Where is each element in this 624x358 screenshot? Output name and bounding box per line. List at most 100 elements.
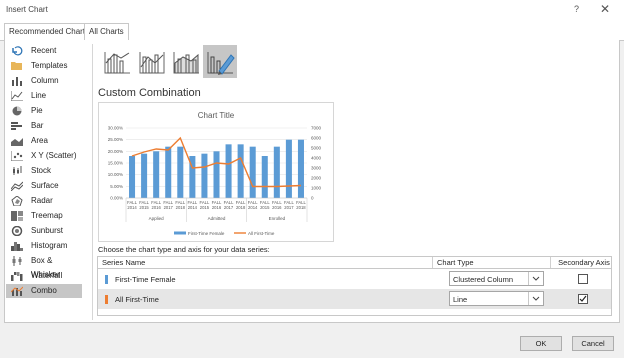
sidebar-item-label: Sunburst [31, 226, 64, 235]
choose-label: Choose the chart type and axis for your … [98, 245, 270, 254]
sidebar-item-label: Bar [31, 121, 44, 130]
y-tick-label: 30.00% [108, 126, 123, 131]
y2-tick-label: 1000 [311, 186, 322, 191]
y-tick-label: 5.00% [110, 184, 123, 189]
checkmark-icon [579, 295, 587, 302]
sidebar-divider [92, 44, 93, 320]
sunburst-icon [11, 226, 23, 236]
chart-type-select[interactable]: Clustered Column [449, 271, 544, 286]
x-tick-label: 2015 [200, 205, 210, 210]
y2-tick-label: 3000 [311, 166, 322, 171]
sidebar-item-combo[interactable]: Combo [6, 284, 82, 298]
x-tick-label: 2014 [248, 205, 258, 210]
bar [237, 144, 244, 198]
subtype-clustered-column-line-secondary[interactable] [135, 45, 169, 78]
column-chart-icon [12, 77, 22, 86]
chevron-down-icon[interactable] [528, 272, 543, 285]
sidebar-item-label: Surface [31, 181, 59, 190]
x-tick-label: 2017 [284, 205, 294, 210]
x-tick-label: 2017 [164, 205, 174, 210]
sidebar-item-scatter[interactable]: X Y (Scatter) [6, 149, 82, 163]
sidebar-item-sunburst[interactable]: Sunburst [6, 224, 82, 238]
tab-all-charts[interactable]: All Charts [84, 23, 129, 41]
subtype-stacked-area-column[interactable] [169, 45, 203, 78]
series-name: All First-Time [115, 295, 159, 304]
waterfall-icon [11, 272, 23, 281]
bar [273, 146, 280, 198]
sidebar-item-pie[interactable]: Pie [6, 104, 82, 118]
series-name: First-Time Female [115, 275, 176, 284]
area-chart-icon [11, 138, 23, 146]
sidebar-item-label: Line [31, 91, 47, 100]
legend-label: First-Time Female [188, 231, 225, 236]
header-secondary-axis: Secondary Axis [558, 258, 610, 267]
subtype-clustered-column-line[interactable] [100, 45, 134, 78]
x-tick-label: 2018 [236, 205, 246, 210]
x-tick-label: 2014 [127, 205, 137, 210]
group-label: Enrolled [269, 216, 286, 221]
bar [129, 156, 136, 198]
treemap-icon [11, 211, 23, 221]
chart-svg: Chart Title 30.00% 25.00% 20.00% 15.00% 10.0… [108, 111, 322, 236]
clustered-column-line-icon [104, 52, 130, 74]
sidebar-item-stock[interactable]: Stock [6, 164, 82, 178]
cancel-button[interactable]: Cancel [572, 336, 614, 351]
sidebar-item-column[interactable]: Column [6, 74, 82, 88]
sidebar-item-area[interactable]: Area [6, 134, 82, 148]
sidebar-item-surface[interactable]: Surface [6, 179, 82, 193]
y-tick-label: 0.00% [110, 196, 123, 201]
x-tick-label: 2018 [176, 205, 186, 210]
y2-tick-label: 4000 [311, 156, 322, 161]
secondary-axis-checkbox[interactable] [578, 274, 588, 284]
section-title: Custom Combination [98, 87, 201, 99]
sidebar-item-treemap[interactable]: Treemap [6, 209, 82, 223]
x-tick-label: 2014 [188, 205, 198, 210]
sidebar-item-histogram[interactable]: Histogram [6, 239, 82, 253]
combo-chart-icon [11, 286, 23, 296]
sidebar-item-label: Templates [31, 61, 68, 70]
window-title: Insert Chart [6, 5, 48, 14]
sidebar-item-label: Column [31, 76, 59, 85]
x-tick-label: 2016 [212, 205, 222, 210]
scatter-chart-icon [11, 151, 23, 161]
x-tick-label: 2016 [272, 205, 282, 210]
bar-chart-icon [11, 122, 22, 130]
bar [297, 139, 304, 198]
help-button[interactable]: ? [574, 4, 579, 14]
chart-preview: Chart Title 30.00% 25.00% 20.00% 15.00% 10.0… [98, 102, 334, 242]
chart-type-value: Clustered Column [453, 275, 514, 284]
sidebar-item-bar[interactable]: Bar [6, 119, 82, 133]
y2-tick-label: 6000 [311, 136, 322, 141]
sidebar-item-label: Pie [31, 106, 43, 115]
bar [201, 153, 208, 198]
histogram-icon [11, 242, 23, 251]
chevron-down-icon[interactable] [528, 292, 543, 305]
chart-type-select[interactable]: Line [449, 291, 544, 306]
y-tick-label: 10.00% [108, 172, 123, 177]
table-row: First-Time Female Clustered Column [98, 269, 611, 289]
legend-swatch [174, 231, 186, 235]
subtype-custom-combination[interactable] [203, 45, 237, 78]
sidebar-item-label: Stock [31, 166, 52, 175]
sidebar-item-label: Histogram [31, 241, 68, 250]
sidebar-item-templates[interactable]: Templates [6, 59, 82, 73]
ok-button[interactable]: OK [520, 336, 562, 351]
sidebar-item-box-whisker[interactable]: Box & Whisker [6, 254, 82, 279]
x-tick-label: 2016 [152, 205, 162, 210]
close-button[interactable]: ✕ [600, 2, 610, 16]
sidebar-item-recent[interactable]: Recent [6, 44, 82, 58]
bar [165, 146, 172, 198]
sidebar-item-radar[interactable]: Radar [6, 194, 82, 208]
x-tick-label: 2017 [224, 205, 234, 210]
y2-tick-label: 0 [311, 196, 314, 201]
y-tick-label: 25.00% [108, 137, 123, 142]
sidebar-item-waterfall[interactable]: Waterfall [6, 269, 82, 283]
y2-tick-label: 2000 [311, 176, 322, 181]
title-bar: Insert Chart ? ✕ [0, 0, 624, 20]
sidebar-item-line[interactable]: Line [6, 89, 82, 103]
secondary-axis-checkbox[interactable] [578, 294, 588, 304]
bar [153, 151, 160, 198]
tab-recommended-charts[interactable]: Recommended Charts [4, 23, 95, 40]
sidebar-item-label: Radar [31, 196, 53, 205]
folder-icon [11, 62, 22, 70]
